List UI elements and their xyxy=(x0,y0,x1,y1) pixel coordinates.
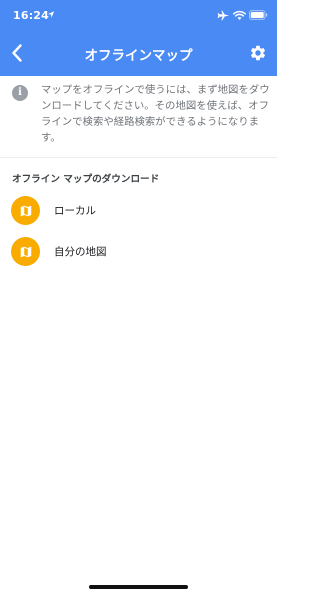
map-icon xyxy=(11,237,40,266)
download-section-header: オフライン マップのダウンロード xyxy=(12,174,160,185)
settings-button[interactable] xyxy=(245,40,271,66)
list-item-my-maps[interactable]: 自分の地図 xyxy=(0,231,277,271)
status-bar: 16:24 xyxy=(0,0,277,32)
info-text: マップをオフラインで使うには、まず地図をダウンロードしてください。その地図を使え… xyxy=(41,84,270,144)
location-arrow-icon xyxy=(47,11,55,18)
list-item-local[interactable]: ローカル xyxy=(0,190,277,230)
gear-icon xyxy=(250,45,266,61)
app-header: 16:24 オフラインマップ xyxy=(0,0,277,76)
battery-icon xyxy=(249,10,268,20)
status-time: 16:24 xyxy=(13,9,50,22)
info-icon: i xyxy=(12,85,28,101)
wifi-icon xyxy=(233,10,246,20)
page-title: オフラインマップ xyxy=(84,48,193,64)
home-indicator[interactable] xyxy=(89,585,188,589)
list-item-label: ローカル xyxy=(54,205,96,217)
map-icon xyxy=(11,196,40,225)
back-button[interactable] xyxy=(4,38,30,68)
list-item-label: 自分の地図 xyxy=(54,246,107,258)
navigation-bar: オフラインマップ xyxy=(0,34,277,72)
offline-info-panel: i マップをオフラインで使うには、まず地図をダウンロードしてください。その地図を… xyxy=(0,76,277,158)
airplane-mode-icon xyxy=(217,10,229,21)
chevron-left-icon xyxy=(12,44,22,62)
